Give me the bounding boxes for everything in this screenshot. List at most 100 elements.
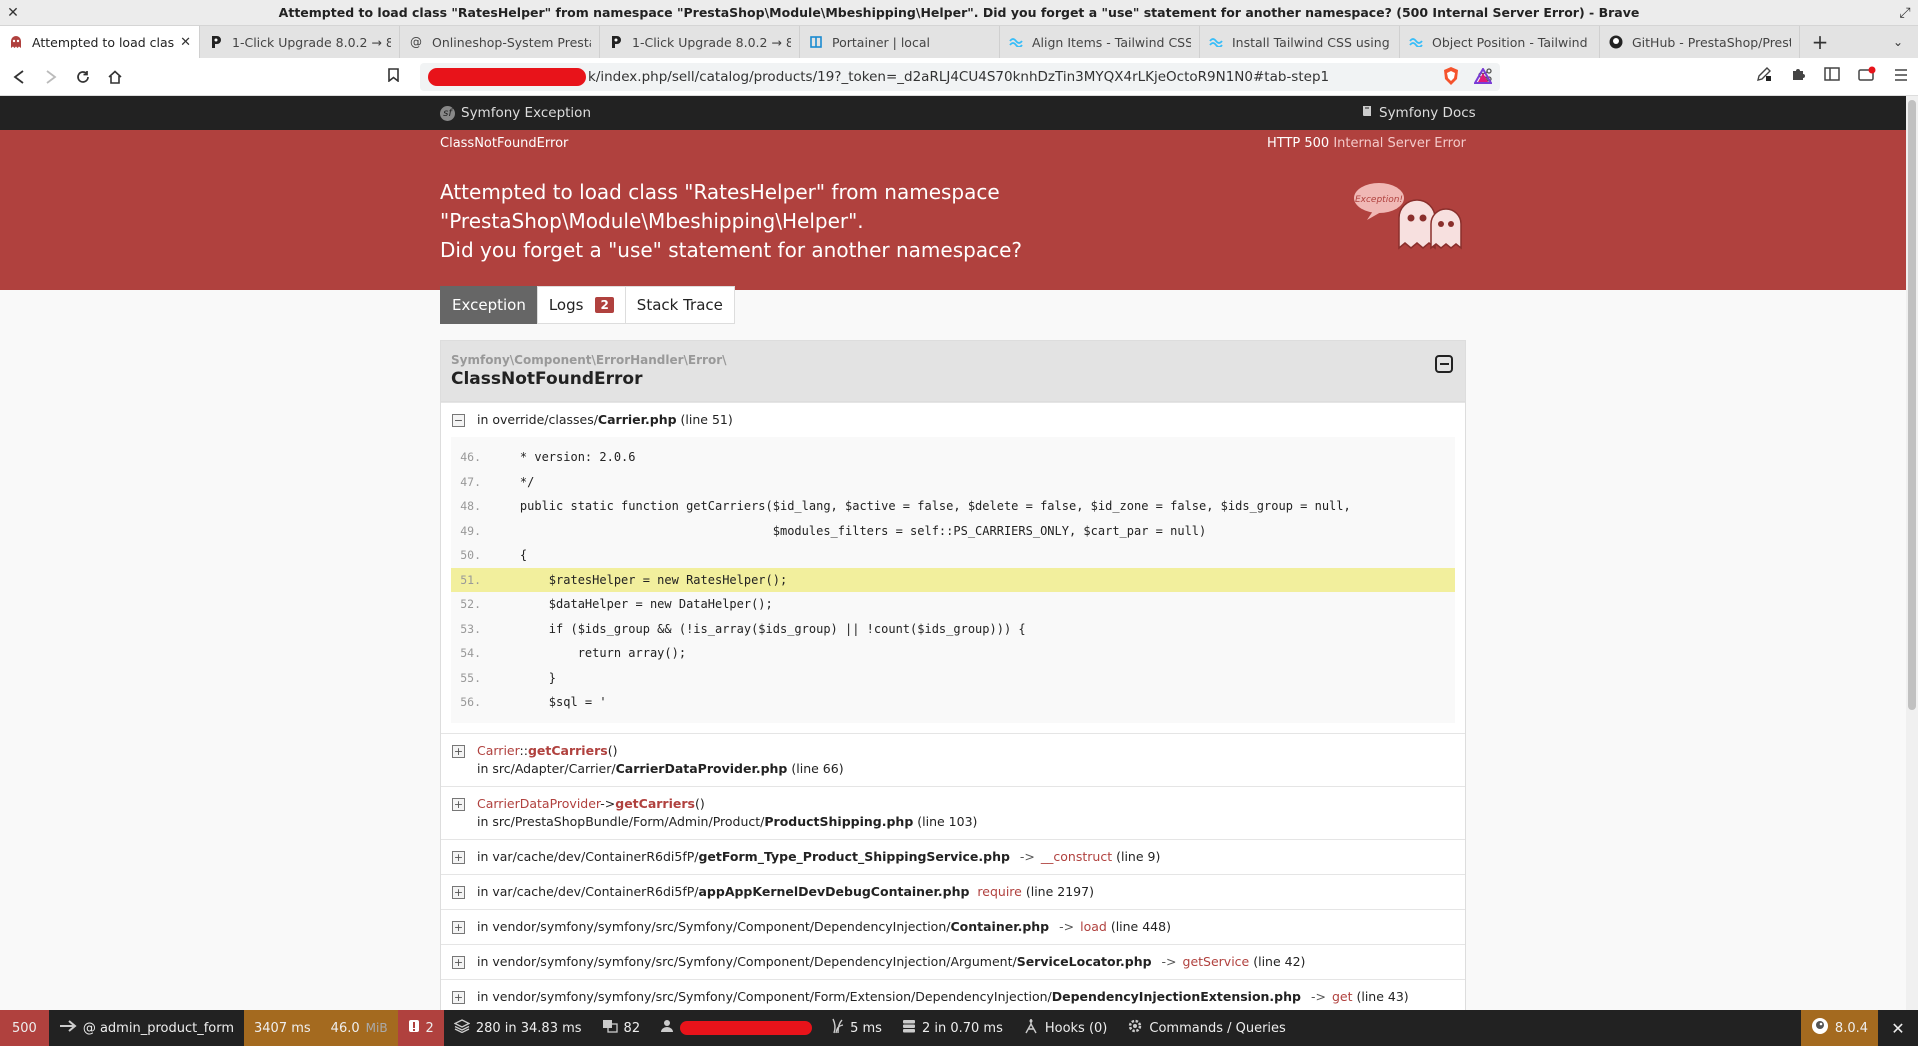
frame-separator: :: <box>519 742 528 758</box>
trace-frame[interactable]: + Carrier::getCarriers() in src/Adapter/… <box>441 732 1465 786</box>
frame-function: getCarriers <box>615 795 695 811</box>
frame-line-number: (line 66) <box>791 760 844 776</box>
frame-call: get <box>1331 988 1353 1004</box>
new-tab-plus-icon[interactable]: + <box>1800 26 1840 58</box>
browser-tab[interactable]: GitHub - PrestaShop/Presta <box>1600 26 1800 58</box>
profiler-errors[interactable]: 2 <box>397 1010 444 1046</box>
symfony-header-title: Symfony Exception <box>461 105 591 121</box>
exception-tabs: Exception Logs 2 Stack Trace <box>440 286 735 324</box>
browser-tab[interactable]: 1-Click Upgrade 8.0.2 → 8.0. <box>200 26 400 58</box>
profiler-version[interactable]: 8.0.4 <box>1800 1010 1878 1046</box>
browser-tab[interactable]: Portainer | local <box>800 26 1000 58</box>
exception-message-line: Attempted to load class "RatesHelper" fr… <box>440 180 1000 204</box>
code-line: 55. } <box>451 666 1455 691</box>
page-scrollbar[interactable] <box>1906 96 1918 1010</box>
brave-shield-icon[interactable] <box>1442 66 1460 90</box>
trace-frame[interactable]: + in vendor/symfony/symfony/src/Symfony/… <box>441 943 1465 979</box>
tab-close-icon[interactable]: ✕ <box>180 35 191 50</box>
redacted-host <box>428 68 586 86</box>
tab-stack-trace[interactable]: Stack Trace <box>624 286 735 324</box>
plus-icon[interactable]: + <box>452 744 465 758</box>
collapse-toggle-icon[interactable] <box>1435 355 1453 373</box>
browser-tab[interactable]: @ Onlineshop-System PrestaSh <box>400 26 600 58</box>
address-bar[interactable]: k/index.php/sell/catalog/products/19?_to… <box>420 63 1500 91</box>
profiler-close-icon[interactable]: ✕ <box>1878 1010 1918 1046</box>
brave-rewards-icon[interactable] <box>1473 66 1493 88</box>
extensions-puzzle-icon[interactable] <box>1790 66 1806 86</box>
tab-logs[interactable]: Logs 2 <box>536 286 626 324</box>
profiler-translations[interactable]: 82 <box>592 1010 651 1046</box>
trace-frame[interactable]: + CarrierDataProvider->getCarriers() in … <box>441 785 1465 839</box>
symfony-docs-link[interactable]: Symfony Docs <box>1362 105 1476 121</box>
menu-hamburger-icon[interactable] <box>1894 67 1908 85</box>
browser-tab-bar: Attempted to load class " ✕ 1-Click Upgr… <box>0 26 1918 58</box>
back-icon[interactable] <box>6 64 32 90</box>
tailwind-icon <box>1008 34 1024 50</box>
wallet-icon[interactable] <box>1858 66 1876 86</box>
code-line: 56. $sql = ' <box>451 690 1455 715</box>
edit-extension-icon[interactable] <box>1756 66 1772 86</box>
database-value: 2 in 0.70 ms <box>921 1020 1003 1036</box>
minus-icon[interactable]: − <box>452 414 465 427</box>
plus-icon[interactable]: + <box>452 955 465 969</box>
window-close-icon[interactable]: ✕ <box>0 5 26 21</box>
tab-exception[interactable]: Exception <box>440 286 538 324</box>
frame-file: CarrierDataProvider.php <box>615 760 788 776</box>
error-icon <box>408 1019 420 1037</box>
plus-icon[interactable]: + <box>452 990 465 1004</box>
browser-tab[interactable]: Align Items - Tailwind CSS <box>1000 26 1200 58</box>
browser-tab-active[interactable]: Attempted to load class " ✕ <box>0 26 200 58</box>
tab-list-chevron-icon[interactable]: ⌄ <box>1878 26 1918 58</box>
trace-frame[interactable]: + in var/cache/dev/ContainerR6di5fP/appA… <box>441 873 1465 909</box>
profiler-commands[interactable]: Commands / Queries <box>1117 1010 1295 1046</box>
symfony-logo[interactable]: sf Symfony Exception <box>440 105 591 121</box>
plus-icon[interactable]: + <box>452 885 465 899</box>
window-maximize-icon[interactable]: ⤢ <box>1892 5 1918 21</box>
code-line-text: $dataHelper = new DataHelper(); <box>491 597 773 612</box>
plus-icon[interactable]: + <box>452 920 465 934</box>
frame-arrow: -> <box>1310 988 1326 1004</box>
profiler-twig[interactable]: 5 ms <box>822 1010 892 1046</box>
profiler-status-code[interactable]: 500 <box>0 1010 49 1046</box>
frame-separator: -> <box>600 795 616 811</box>
url-text: k/index.php/sell/catalog/products/19?_to… <box>588 69 1330 85</box>
scrollbar-thumb[interactable] <box>1908 100 1916 710</box>
twig-icon <box>832 1018 844 1038</box>
reload-icon[interactable] <box>70 64 96 90</box>
symfony-header: sf Symfony Exception Symfony Docs <box>0 96 1906 130</box>
code-line-number: 54. <box>460 646 481 661</box>
tab-label: GitHub - PrestaShop/Presta <box>1632 34 1791 50</box>
browser-navbar: k/index.php/sell/catalog/products/19?_to… <box>0 58 1918 96</box>
status-code-value: 500 <box>12 1020 37 1036</box>
code-line-number: 46. <box>460 450 481 465</box>
portainer-icon <box>808 34 824 50</box>
forward-icon[interactable] <box>38 64 64 90</box>
exception-message-line: Did you forget a "use" statement for ano… <box>440 238 1022 262</box>
frame-line-number: (line 43) <box>1356 988 1409 1004</box>
browser-tab[interactable]: Install Tailwind CSS using Po <box>1200 26 1400 58</box>
frame-arrow: -> <box>1019 848 1035 864</box>
code-line-text: if ($ids_group && (!is_array($ids_group)… <box>491 621 1026 636</box>
profiler-cache[interactable]: 280 in 34.83 ms <box>444 1010 592 1046</box>
browser-tab[interactable]: Object Position - Tailwind CS <box>1400 26 1600 58</box>
profiler-hooks[interactable]: Hooks (0) <box>1013 1010 1118 1046</box>
profiler-time[interactable]: 3407 ms <box>244 1010 321 1046</box>
home-icon[interactable] <box>102 64 128 90</box>
bookmark-icon[interactable] <box>388 68 399 86</box>
profiler-route[interactable]: @ admin_product_form <box>49 1010 244 1046</box>
frame-path-prefix: in src/Adapter/Carrier/ <box>477 760 616 776</box>
trace-frame[interactable]: + in vendor/symfony/symfony/src/Symfony/… <box>441 978 1465 1011</box>
trace-frame[interactable]: + in vendor/symfony/symfony/src/Symfony/… <box>441 908 1465 944</box>
sidebar-toggle-icon[interactable] <box>1824 67 1840 85</box>
code-line-number: 52. <box>460 597 481 612</box>
profiler-database[interactable]: 2 in 0.70 ms <box>892 1010 1013 1046</box>
plus-icon[interactable]: + <box>452 797 465 811</box>
trace-frame-expanded[interactable]: − in override/classes/Carrier.php (line … <box>441 402 1465 437</box>
github-icon <box>1608 34 1624 50</box>
browser-tab[interactable]: 1-Click Upgrade 8.0.2 → 8.0. <box>600 26 800 58</box>
profiler-memory[interactable]: 46.0 MiB <box>320 1010 398 1046</box>
hook-icon <box>1023 1018 1039 1038</box>
profiler-user[interactable] <box>650 1010 822 1046</box>
plus-icon[interactable]: + <box>452 850 465 864</box>
trace-frame[interactable]: + in var/cache/dev/ContainerR6di5fP/getF… <box>441 838 1465 874</box>
